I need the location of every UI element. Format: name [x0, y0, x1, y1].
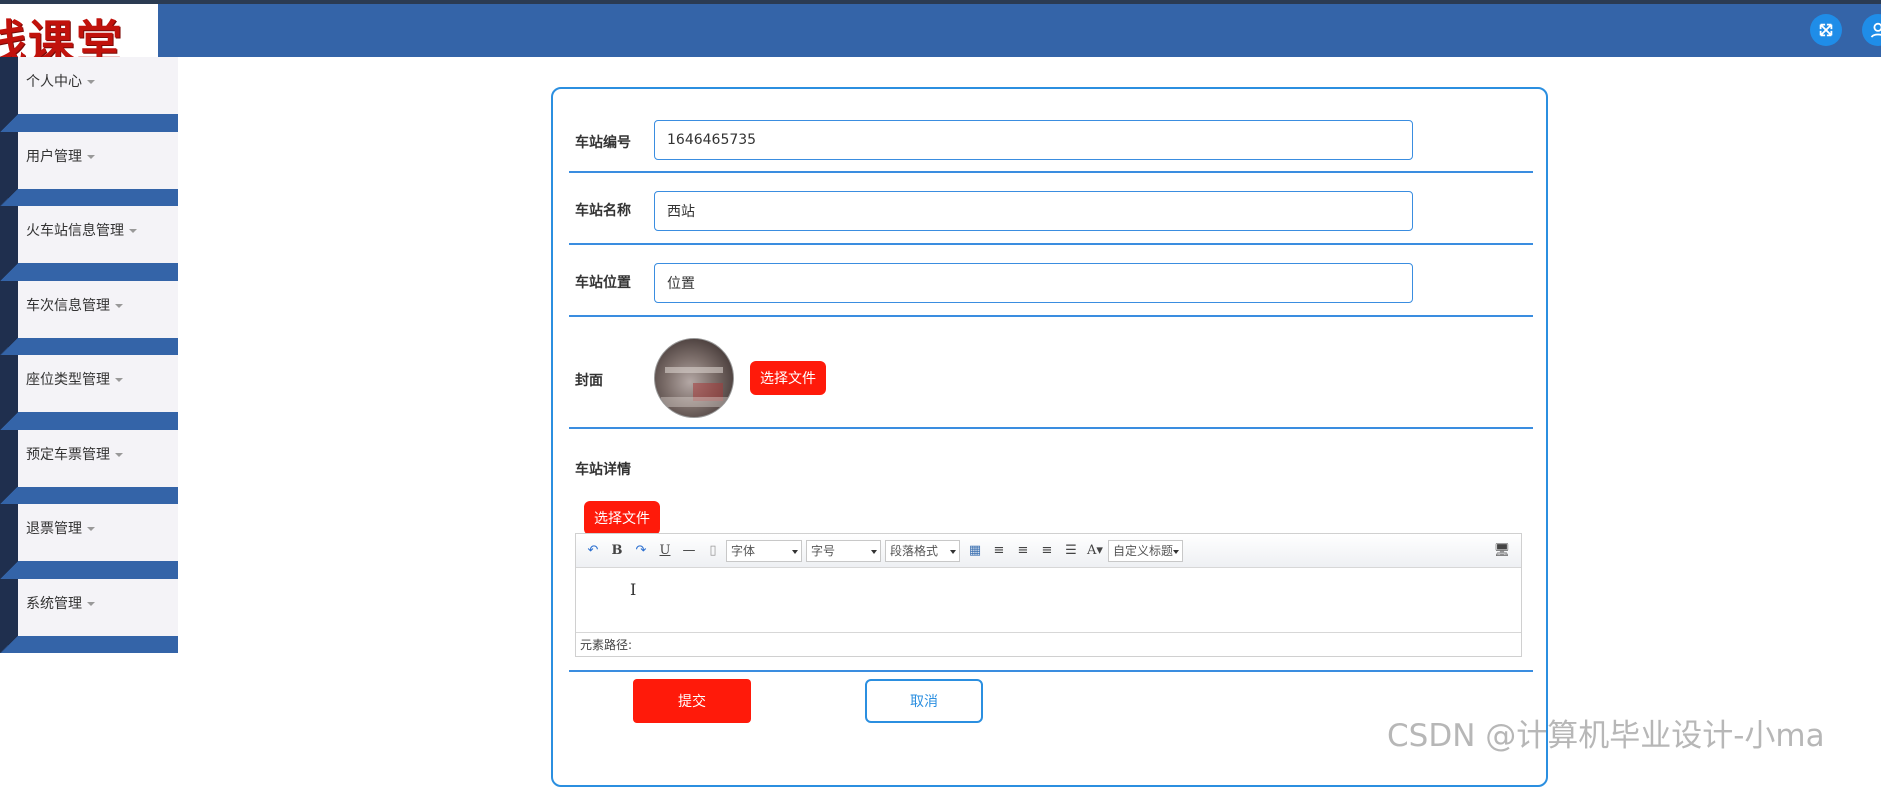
align-center-icon[interactable]: ≡: [1036, 540, 1058, 562]
watermark: CSDN @计算机毕业设计-小ma: [1387, 718, 1825, 754]
font-size-select-label: 字号: [811, 544, 836, 558]
chevron-down-icon: [792, 549, 798, 554]
fullscreen-icon[interactable]: [1810, 14, 1842, 46]
horizontal-rule-icon[interactable]: —: [678, 540, 700, 562]
text-cursor-icon: I: [630, 580, 637, 599]
form-row-station-id: 车站编号 1646465735: [569, 89, 1533, 173]
editor-content-area[interactable]: I: [576, 568, 1521, 632]
form-row-station-name: 车站名称 西站: [569, 173, 1533, 245]
top-header-bar: 线课堂: [0, 0, 1881, 61]
sidebar-menu: 个人中心 用户管理 火车站信息管理 车次信息管理 座位类型管理 预定车票管理 退…: [0, 57, 178, 653]
document-icon[interactable]: ▯: [702, 540, 724, 562]
redo-icon[interactable]: ↷: [630, 540, 652, 562]
align-left-icon[interactable]: ≡: [988, 540, 1010, 562]
logo: 线课堂: [0, 4, 158, 61]
font-family-select-label: 字体: [731, 544, 756, 558]
sidebar-item-seat-type[interactable]: 座位类型管理: [0, 355, 178, 430]
caret-down-icon: [87, 601, 95, 606]
station-edit-form: 车站编号 1646465735 车站名称 西站 车站位置 位置 封面 选择文件 …: [551, 87, 1548, 787]
caret-down-icon: [115, 452, 123, 457]
chevron-down-icon: [950, 549, 956, 554]
station-name-input[interactable]: 西站: [654, 191, 1413, 231]
align-right-icon[interactable]: ≡: [1012, 540, 1034, 562]
font-color-icon[interactable]: A▾: [1084, 540, 1106, 562]
cover-image: [654, 338, 734, 418]
rich-text-editor: ↶ B ↷ U — ▯ 字体 字号 段落格式 ▦ ≡ ≡ ≡ ☰ A▾ 自定义标…: [575, 533, 1522, 657]
custom-title-select-label: 自定义标题: [1113, 544, 1173, 558]
caret-down-icon: [87, 527, 95, 531]
paragraph-format-select-label: 段落格式: [890, 544, 939, 558]
sidebar-item-label: 预定车票管理: [26, 446, 110, 463]
custom-title-select[interactable]: 自定义标题: [1108, 539, 1183, 562]
font-size-select[interactable]: 字号: [806, 539, 881, 562]
table-icon[interactable]: ▦: [964, 540, 986, 562]
align-justify-icon[interactable]: ☰: [1060, 540, 1082, 562]
caret-down-icon: [87, 154, 95, 159]
sidebar-item-label: 车次信息管理: [26, 297, 110, 314]
bold-icon[interactable]: B: [606, 540, 628, 562]
caret-down-icon: [87, 80, 95, 84]
chevron-down-icon: [871, 549, 877, 554]
underline-icon[interactable]: U: [654, 540, 676, 562]
chevron-down-icon: [1173, 549, 1179, 554]
sidebar-item-label: 个人中心: [26, 74, 82, 90]
sidebar-item-system[interactable]: 系统管理: [0, 578, 178, 653]
sidebar-item-label: 退票管理: [26, 521, 82, 537]
editor-toolbar: ↶ B ↷ U — ▯ 字体 字号 段落格式 ▦ ≡ ≡ ≡ ☰ A▾ 自定义标…: [576, 534, 1521, 568]
submit-button[interactable]: 提交: [633, 679, 751, 723]
sidebar-item-station-info[interactable]: 火车站信息管理: [0, 206, 178, 281]
sidebar-item-ticket-booking[interactable]: 预定车票管理: [0, 429, 178, 504]
user-icon[interactable]: [1862, 14, 1881, 46]
font-family-select[interactable]: 字体: [726, 539, 802, 562]
station-id-label: 车站编号: [575, 135, 631, 151]
paragraph-format-select[interactable]: 段落格式: [885, 539, 960, 562]
cover-label: 封面: [575, 373, 603, 389]
sidebar-item-user-management[interactable]: 用户管理: [0, 131, 178, 206]
preview-icon[interactable]: 🖥: [1491, 540, 1513, 562]
caret-down-icon: [129, 229, 137, 233]
caret-down-icon: [115, 378, 123, 382]
station-location-label: 车站位置: [575, 275, 631, 291]
sidebar-item-train-info[interactable]: 车次信息管理: [0, 280, 178, 355]
caret-down-icon: [115, 303, 123, 308]
sidebar-item-label: 火车站信息管理: [26, 223, 124, 239]
sidebar-item-label: 座位类型管理: [26, 372, 110, 388]
cover-choose-file-button[interactable]: 选择文件: [750, 361, 826, 395]
editor-element-path: 元素路径:: [576, 632, 1521, 656]
undo-icon[interactable]: ↶: [582, 540, 604, 562]
details-label: 车站详情: [575, 462, 631, 478]
station-location-input[interactable]: 位置: [654, 263, 1413, 303]
sidebar-item-label: 系统管理: [26, 595, 82, 612]
form-row-station-location: 车站位置 位置: [569, 245, 1533, 317]
details-choose-file-button[interactable]: 选择文件: [584, 501, 660, 535]
form-row-cover: 封面 选择文件: [569, 317, 1533, 429]
station-name-label: 车站名称: [575, 203, 631, 219]
sidebar-item-personal-center[interactable]: 个人中心: [0, 57, 178, 132]
sidebar-item-refund[interactable]: 退票管理: [0, 504, 178, 579]
cancel-button[interactable]: 取消: [865, 679, 983, 723]
station-id-input[interactable]: 1646465735: [654, 120, 1413, 160]
sidebar-item-label: 用户管理: [26, 148, 82, 165]
logo-text: 线课堂: [0, 15, 124, 61]
